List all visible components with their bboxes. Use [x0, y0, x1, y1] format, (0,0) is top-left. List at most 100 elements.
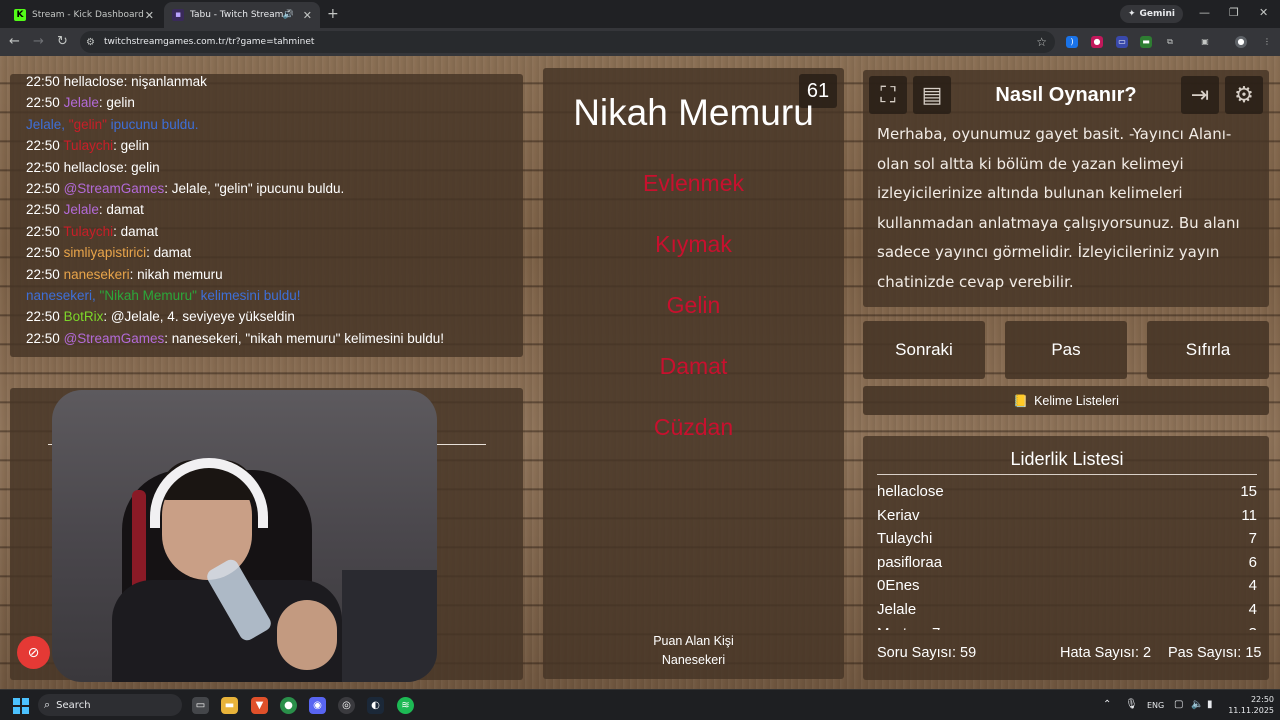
gear-icon[interactable]: ⚙	[1225, 76, 1263, 114]
tab-tabu-game[interactable]: ▪ Tabu - Twitch Stream Game 🔊 ✕	[164, 2, 320, 28]
extension-icon[interactable]: ▭	[1116, 36, 1128, 48]
windows-start-icon[interactable]	[13, 698, 29, 714]
scorer-name: Nanesekeri	[661, 653, 726, 667]
chat-timestamp: 22:50	[26, 95, 60, 111]
steam-icon[interactable]: ◐	[367, 697, 384, 714]
brave-browser-icon[interactable]: ▼	[251, 697, 268, 714]
leaderboard-row: hellaclose 15	[877, 480, 1257, 504]
chat-message: 22:50 Jelale: gelin	[26, 92, 526, 113]
chat-message: 22:50 Jelale: damat	[26, 199, 526, 220]
player-score: 11	[1241, 506, 1257, 524]
reload-icon[interactable]: ↻	[57, 34, 68, 49]
notice-user: Jelale,	[26, 116, 69, 132]
system-clock[interactable]: 22:50 11.11.2025	[1222, 694, 1274, 716]
obs-icon[interactable]: ◎	[338, 697, 355, 714]
profile-avatar[interactable]: ●	[1235, 36, 1247, 48]
close-tab-icon[interactable]: ✕	[145, 9, 154, 22]
chat-timestamp: 22:50	[26, 202, 60, 218]
browser-toolbar: ← → ↻ ⚙ twitchstreamgames.com.tr/tr?game…	[0, 28, 1280, 56]
chat-timestamp: 22:50	[26, 181, 60, 197]
battery-icon[interactable]: ▮	[1207, 699, 1213, 710]
address-bar[interactable]: ⚙ twitchstreamgames.com.tr/tr?game=tahmi…	[80, 31, 1055, 53]
chat-username[interactable]: hellaclose	[64, 160, 124, 175]
chat-username[interactable]: Jelale	[64, 95, 99, 110]
bookmark-star-icon[interactable]: ☆	[1036, 35, 1047, 49]
close-window-icon[interactable]: ✕	[1259, 6, 1268, 19]
chrome-icon[interactable]: ●	[280, 697, 297, 714]
exit-icon[interactable]: ⇥	[1181, 76, 1219, 114]
chat-username[interactable]: Tulaychi	[63, 224, 113, 239]
chat-message: 22:50 BotRix: @Jelale, 4. seviyeye yükse…	[26, 306, 526, 327]
chat-text: : gelin	[98, 95, 135, 111]
chevron-up-icon[interactable]: ⌃	[1103, 699, 1111, 710]
chat-username[interactable]: Jelale	[64, 202, 99, 217]
close-tab-icon[interactable]: ✕	[303, 9, 312, 22]
fullscreen-icon[interactable]: ⛶	[869, 76, 907, 114]
pass-button[interactable]: Pas	[1005, 321, 1127, 379]
player-name: Marteen7	[877, 622, 940, 630]
chat-username[interactable]: simliyapistirici	[64, 245, 147, 260]
task-view-icon[interactable]: ▭	[192, 697, 209, 714]
player-score: 4	[1248, 577, 1257, 595]
chat-username[interactable]: hellaclose	[64, 74, 124, 89]
record-badge-icon[interactable]: ⊘	[17, 636, 50, 669]
extension-icon[interactable]: ▬	[1140, 36, 1152, 48]
player-name: 0Enes	[877, 577, 920, 595]
chat-message: 22:50 @StreamGames: nanesekeri, "nikah m…	[26, 328, 526, 349]
chat-username[interactable]: nanesekeri	[64, 267, 130, 282]
webcam-overlay	[52, 390, 437, 682]
minimize-icon[interactable]: —	[1199, 6, 1210, 19]
extension-icon[interactable]: )	[1066, 36, 1078, 48]
reset-button[interactable]: Sıfırla	[1147, 321, 1269, 379]
speaker-icon[interactable]: 🔊	[283, 10, 294, 20]
notice-word: "Nikah Memuru"	[99, 288, 197, 304]
chat-username[interactable]: @StreamGames	[64, 181, 165, 196]
restore-icon[interactable]: ❐	[1229, 6, 1239, 19]
tab-kick-dashboard[interactable]: K Stream - Kick Dashboard ✕	[6, 2, 162, 28]
leaderboard-list[interactable]: hellaclose 15 Keriav 11 Tulaychi 7 pasifloraa 6…	[877, 480, 1257, 630]
chat-timestamp: 22:50	[26, 266, 60, 282]
question-count: Soru Sayısı: 59	[877, 645, 977, 661]
tab-search-icon[interactable]: ▣	[1199, 36, 1211, 48]
chat-notice: Jelale, "gelin" ipucunu buldu.	[26, 114, 526, 135]
chat-message: 22:50 nanesekeri: nikah memuru	[26, 264, 526, 285]
chat-message: 22:50 Tulaychi: gelin	[26, 135, 526, 156]
file-explorer-icon[interactable]: ▬	[221, 697, 238, 714]
next-button[interactable]: Sonraki	[863, 321, 985, 379]
word-lists-button[interactable]: 📒 Kelime Listeleri	[863, 386, 1269, 415]
extension-icon[interactable]: ●	[1091, 36, 1103, 48]
chat-text: : gelin	[123, 159, 160, 175]
target-word: Nikah Memuru	[573, 92, 814, 133]
player-name: Tulaychi	[877, 530, 933, 548]
new-tab-icon[interactable]: +	[327, 6, 339, 22]
puzzle-icon[interactable]: ⧉	[1164, 36, 1176, 48]
back-icon[interactable]: ←	[9, 34, 20, 49]
chat-username[interactable]: @StreamGames	[64, 331, 165, 346]
player-name: hellaclose	[877, 483, 944, 500]
language-indicator[interactable]: ENG	[1147, 701, 1164, 710]
forward-icon[interactable]: →	[33, 34, 44, 49]
microphone-icon[interactable]: 🎙	[1125, 699, 1138, 710]
chat-text: : nişanlanmak	[123, 74, 207, 89]
help-text: Merhaba, oyunumuz gayet basit. -Yayıncı …	[877, 125, 1240, 291]
spotify-icon[interactable]: ≋	[397, 697, 414, 714]
forbidden-word: Kıymak	[655, 231, 732, 257]
discord-icon[interactable]: ◉	[309, 697, 326, 714]
leaderboard-row: Jelale 4	[877, 598, 1257, 622]
chat-message: 22:50 Tulaychi: damat	[26, 221, 526, 242]
chat-notice: nanesekeri, "Nikah Memuru" kelimesini bu…	[26, 285, 526, 306]
site-info-icon[interactable]: ⚙	[86, 37, 100, 48]
chat-username[interactable]: Tulaychi	[63, 138, 113, 153]
volume-icon[interactable]: 🔈	[1191, 699, 1203, 710]
scorer-label: Puan Alan Kişi	[653, 634, 734, 648]
network-icon[interactable]: ▢	[1174, 699, 1183, 710]
chat-text: : @Jelale, 4. seviyeye yükseldin	[103, 309, 295, 325]
chat-text: : nanesekeri, "nikah memuru" kelimesini …	[164, 330, 445, 346]
player-score: 4	[1248, 600, 1257, 618]
gemini-button[interactable]: ✦ Gemini	[1120, 5, 1183, 23]
browser-tab-strip: K Stream - Kick Dashboard ✕ ▪ Tabu - Twi…	[0, 0, 1280, 28]
document-icon[interactable]: ▤	[913, 76, 951, 114]
taskbar-search[interactable]: ⌕ Search	[38, 694, 182, 716]
chat-username[interactable]: BotRix	[64, 309, 104, 324]
menu-kebab-icon[interactable]: ⋮	[1261, 36, 1273, 48]
